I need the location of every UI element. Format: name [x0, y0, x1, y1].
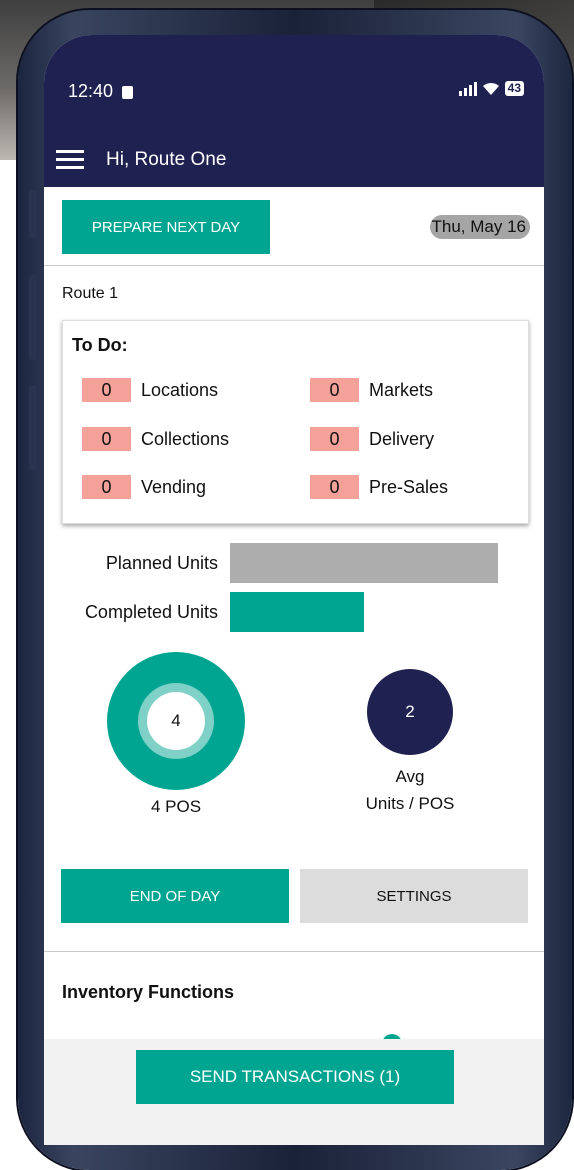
battery-icon: 43: [504, 81, 524, 96]
todo-item-locations[interactable]: 0 Locations: [82, 378, 218, 402]
planned-units-row: Planned Units: [44, 543, 544, 583]
pos-donut-chart: 4: [107, 652, 245, 790]
status-bar: 12:40 43: [44, 35, 544, 135]
phone-screen: 12:40 43 Hi, Route One PREPARE NEXT DAY …: [44, 35, 544, 1145]
todo-label: Locations: [141, 379, 219, 400]
hamburger-menu-icon[interactable]: [56, 145, 86, 175]
todo-item-vending[interactable]: 0 Vending: [82, 475, 206, 499]
pos-label: 4 POS: [150, 797, 202, 816]
divider: [44, 265, 544, 266]
completed-units-row: Completed Units: [44, 592, 544, 632]
app-bar: Hi, Route One: [44, 135, 544, 187]
todo-label: Collections: [141, 428, 230, 449]
todo-item-pre-sales[interactable]: 0 Pre-Sales: [310, 475, 448, 499]
send-transactions-button[interactable]: SEND TRANSACTIONS (1): [136, 1050, 454, 1104]
phone-volume-down-button: [29, 385, 37, 470]
todo-count: 0: [82, 378, 131, 402]
todo-label: Vending: [141, 476, 207, 497]
todo-label: Pre-Sales: [369, 476, 449, 497]
wifi-icon: [482, 82, 499, 95]
system-icons: 43: [458, 81, 524, 96]
prepare-next-day-button[interactable]: PREPARE NEXT DAY: [62, 200, 270, 254]
route-name: Route 1: [62, 285, 119, 302]
status-time: 12:40: [68, 81, 134, 102]
date-badge[interactable]: Thu, May 16: [429, 215, 530, 239]
todo-title: To Do:: [72, 335, 128, 355]
todo-label: Delivery: [369, 428, 435, 449]
divider: [44, 951, 544, 952]
end-of-day-button[interactable]: END OF DAY: [61, 869, 289, 923]
planned-units-label: Planned Units: [105, 553, 218, 573]
completed-units-bar: [230, 592, 364, 632]
phone-side-button: [29, 190, 37, 238]
completed-units-label: Completed Units: [84, 602, 218, 622]
avg-units-circle: 2: [367, 669, 453, 755]
inventory-functions-title: Inventory Functions: [62, 982, 235, 1002]
avg-units-label: Avg Units / POS: [344, 763, 476, 817]
sim-card-icon: [122, 86, 134, 99]
todo-item-delivery[interactable]: 0 Delivery: [310, 427, 434, 451]
todo-label: Markets: [369, 379, 434, 400]
avg-label-line2: Units / POS: [365, 794, 455, 813]
todo-card: To Do: 0 Locations 0 Markets 0 Collectio…: [62, 320, 529, 524]
signal-icon: [458, 81, 477, 96]
planned-units-bar: [230, 543, 498, 583]
phone-volume-up-button: [29, 275, 37, 360]
todo-count: 0: [82, 427, 131, 451]
pos-count: 4: [147, 692, 205, 750]
settings-button[interactable]: SETTINGS: [300, 869, 528, 923]
todo-item-collections[interactable]: 0 Collections: [82, 427, 229, 451]
todo-count: 0: [310, 427, 359, 451]
todo-count: 0: [310, 378, 359, 402]
todo-item-markets[interactable]: 0 Markets: [310, 378, 433, 402]
todo-count: 0: [310, 475, 359, 499]
todo-count: 0: [82, 475, 131, 499]
main-content: PREPARE NEXT DAY Thu, May 16 Route 1 To …: [44, 187, 544, 1145]
app-title: Hi, Route One: [106, 149, 227, 170]
avg-label-line1: Avg: [395, 767, 425, 786]
